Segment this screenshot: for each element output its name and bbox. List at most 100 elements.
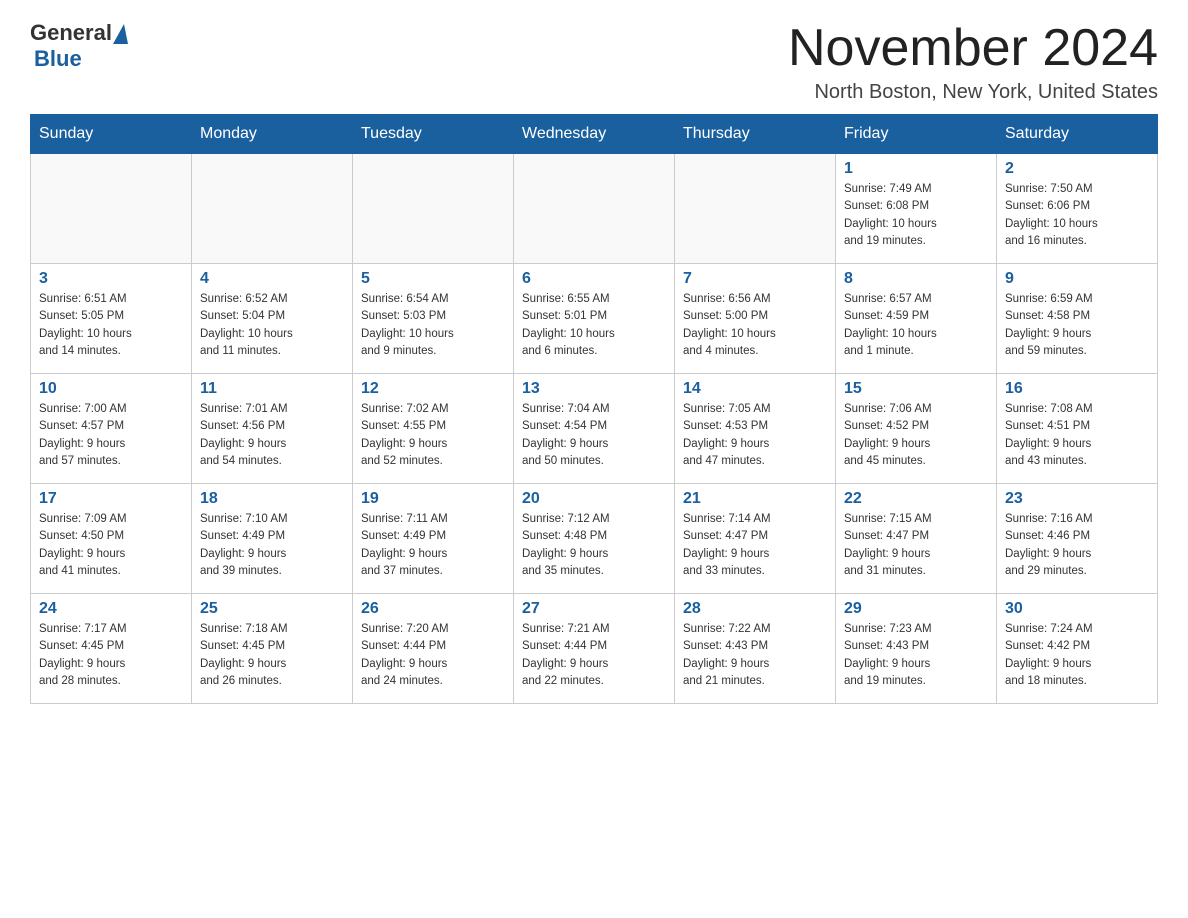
week-row-5: 24 Sunrise: 7:17 AMSunset: 4:45 PMDayligh… (31, 594, 1158, 704)
calendar-cell: 24 Sunrise: 7:17 AMSunset: 4:45 PMDayligh… (31, 594, 192, 704)
calendar-cell: 17Sunrise: 7:09 AMSunset: 4:50 PMDayligh… (31, 484, 192, 594)
title-section: November 2024 North Boston, New York, Un… (788, 20, 1158, 104)
calendar-cell: 19 Sunrise: 7:11 AMSunset: 4:49 PMDayligh… (353, 484, 514, 594)
day-number: 13 (522, 380, 666, 398)
day-info: Sunrise: 6:55 AMSunset: 5:01 PMDaylight:… (522, 291, 666, 360)
day-number: 6 (522, 270, 666, 288)
week-row-3: 10 Sunrise: 7:00 AMSunset: 4:57 PMDayligh… (31, 374, 1158, 484)
calendar-cell: 23 Sunrise: 7:16 AMSunset: 4:46 PMDayligh… (997, 484, 1158, 594)
weekday-header-wednesday: Wednesday (514, 115, 675, 154)
calendar-cell: 25Sunrise: 7:18 AMSunset: 4:45 PMDayligh… (192, 594, 353, 704)
day-number: 27 (522, 600, 666, 618)
day-info: Sunrise: 7:16 AMSunset: 4:46 PMDaylight:… (1005, 511, 1149, 580)
day-info: Sunrise: 7:06 AMSunset: 4:52 PMDaylight:… (844, 401, 988, 470)
day-info: Sunrise: 7:00 AMSunset: 4:57 PMDaylight:… (39, 401, 183, 470)
day-number: 15 (844, 380, 988, 398)
day-info: Sunrise: 6:56 AMSunset: 5:00 PMDaylight:… (683, 291, 827, 360)
week-row-2: 3Sunrise: 6:51 AMSunset: 5:05 PMDaylight… (31, 264, 1158, 374)
calendar-cell: 14Sunrise: 7:05 AMSunset: 4:53 PMDayligh… (675, 374, 836, 484)
day-info: Sunrise: 7:23 AMSunset: 4:43 PMDaylight:… (844, 621, 988, 690)
week-row-4: 17Sunrise: 7:09 AMSunset: 4:50 PMDayligh… (31, 484, 1158, 594)
day-number: 3 (39, 270, 183, 288)
calendar-cell: 30 Sunrise: 7:24 AMSunset: 4:42 PMDayligh… (997, 594, 1158, 704)
day-number: 7 (683, 270, 827, 288)
day-number: 9 (1005, 270, 1149, 288)
calendar-cell: 6 Sunrise: 6:55 AMSunset: 5:01 PMDaylight… (514, 264, 675, 374)
weekday-header-thursday: Thursday (675, 115, 836, 154)
day-number: 10 (39, 380, 183, 398)
calendar-cell: 5Sunrise: 6:54 AMSunset: 5:03 PMDaylight… (353, 264, 514, 374)
day-info: Sunrise: 7:12 AMSunset: 4:48 PMDaylight:… (522, 511, 666, 580)
calendar-cell: 8 Sunrise: 6:57 AMSunset: 4:59 PMDaylight… (836, 264, 997, 374)
day-number: 29 (844, 600, 988, 618)
location-subtitle: North Boston, New York, United States (788, 81, 1158, 104)
day-number: 21 (683, 490, 827, 508)
weekday-header-monday: Monday (192, 115, 353, 154)
calendar-cell: 3Sunrise: 6:51 AMSunset: 5:05 PMDaylight… (31, 264, 192, 374)
day-number: 8 (844, 270, 988, 288)
day-info: Sunrise: 7:18 AMSunset: 4:45 PMDaylight:… (200, 621, 344, 690)
calendar-cell: 18 Sunrise: 7:10 AMSunset: 4:49 PMDayligh… (192, 484, 353, 594)
month-title: November 2024 (788, 20, 1158, 77)
day-number: 30 (1005, 600, 1149, 618)
day-info: Sunrise: 7:05 AMSunset: 4:53 PMDaylight:… (683, 401, 827, 470)
logo-triangle-icon (113, 24, 128, 44)
calendar-cell: 7 Sunrise: 6:56 AMSunset: 5:00 PMDaylight… (675, 264, 836, 374)
page-header: General Blue November 2024 North Boston,… (30, 20, 1158, 104)
calendar-cell: 13 Sunrise: 7:04 AMSunset: 4:54 PMDayligh… (514, 374, 675, 484)
day-number: 19 (361, 490, 505, 508)
day-number: 24 (39, 600, 183, 618)
day-info: Sunrise: 6:57 AMSunset: 4:59 PMDaylight:… (844, 291, 988, 360)
weekday-header-sunday: Sunday (31, 115, 192, 154)
day-number: 22 (844, 490, 988, 508)
day-info: Sunrise: 7:14 AMSunset: 4:47 PMDaylight:… (683, 511, 827, 580)
weekday-header-friday: Friday (836, 115, 997, 154)
calendar-cell (192, 154, 353, 264)
day-info: Sunrise: 6:52 AMSunset: 5:04 PMDaylight:… (200, 291, 344, 360)
logo: General Blue (30, 20, 128, 72)
day-info: Sunrise: 7:10 AMSunset: 4:49 PMDaylight:… (200, 511, 344, 580)
day-info: Sunrise: 7:15 AMSunset: 4:47 PMDaylight:… (844, 511, 988, 580)
calendar-cell: 29 Sunrise: 7:23 AMSunset: 4:43 PMDayligh… (836, 594, 997, 704)
day-info: Sunrise: 7:24 AMSunset: 4:42 PMDaylight:… (1005, 621, 1149, 690)
calendar-cell: 15 Sunrise: 7:06 AMSunset: 4:52 PMDayligh… (836, 374, 997, 484)
calendar-cell: 20 Sunrise: 7:12 AMSunset: 4:48 PMDayligh… (514, 484, 675, 594)
day-info: Sunrise: 7:11 AMSunset: 4:49 PMDaylight:… (361, 511, 505, 580)
day-number: 2 (1005, 160, 1149, 178)
calendar-cell (514, 154, 675, 264)
day-number: 11 (200, 380, 344, 398)
day-info: Sunrise: 7:08 AMSunset: 4:51 PMDaylight:… (1005, 401, 1149, 470)
day-number: 17 (39, 490, 183, 508)
day-number: 28 (683, 600, 827, 618)
day-info: Sunrise: 7:21 AMSunset: 4:44 PMDaylight:… (522, 621, 666, 690)
calendar-cell: 9 Sunrise: 6:59 AMSunset: 4:58 PMDaylight… (997, 264, 1158, 374)
day-number: 18 (200, 490, 344, 508)
calendar-cell (353, 154, 514, 264)
day-info: Sunrise: 7:49 AMSunset: 6:08 PMDaylight:… (844, 181, 988, 250)
day-number: 1 (844, 160, 988, 178)
calendar-cell: 12 Sunrise: 7:02 AMSunset: 4:55 PMDayligh… (353, 374, 514, 484)
day-info: Sunrise: 7:01 AMSunset: 4:56 PMDaylight:… (200, 401, 344, 470)
calendar-cell: 1 Sunrise: 7:49 AMSunset: 6:08 PMDaylight… (836, 154, 997, 264)
calendar-cell: 2Sunrise: 7:50 AMSunset: 6:06 PMDaylight… (997, 154, 1158, 264)
calendar-cell: 27 Sunrise: 7:21 AMSunset: 4:44 PMDayligh… (514, 594, 675, 704)
day-info: Sunrise: 7:02 AMSunset: 4:55 PMDaylight:… (361, 401, 505, 470)
day-info: Sunrise: 7:04 AMSunset: 4:54 PMDaylight:… (522, 401, 666, 470)
day-info: Sunrise: 6:54 AMSunset: 5:03 PMDaylight:… (361, 291, 505, 360)
week-row-1: 1 Sunrise: 7:49 AMSunset: 6:08 PMDaylight… (31, 154, 1158, 264)
calendar-cell (31, 154, 192, 264)
day-number: 20 (522, 490, 666, 508)
day-info: Sunrise: 6:59 AMSunset: 4:58 PMDaylight:… (1005, 291, 1149, 360)
weekday-header-tuesday: Tuesday (353, 115, 514, 154)
day-number: 26 (361, 600, 505, 618)
calendar-cell: 28Sunrise: 7:22 AMSunset: 4:43 PMDayligh… (675, 594, 836, 704)
calendar-cell: 22 Sunrise: 7:15 AMSunset: 4:47 PMDayligh… (836, 484, 997, 594)
day-info: Sunrise: 7:17 AMSunset: 4:45 PMDaylight:… (39, 621, 183, 690)
weekday-header-saturday: Saturday (997, 115, 1158, 154)
day-number: 12 (361, 380, 505, 398)
day-number: 23 (1005, 490, 1149, 508)
calendar-cell: 26 Sunrise: 7:20 AMSunset: 4:44 PMDayligh… (353, 594, 514, 704)
day-info: Sunrise: 7:20 AMSunset: 4:44 PMDaylight:… (361, 621, 505, 690)
calendar-cell (675, 154, 836, 264)
calendar-table: SundayMondayTuesdayWednesdayThursdayFrid… (30, 114, 1158, 704)
